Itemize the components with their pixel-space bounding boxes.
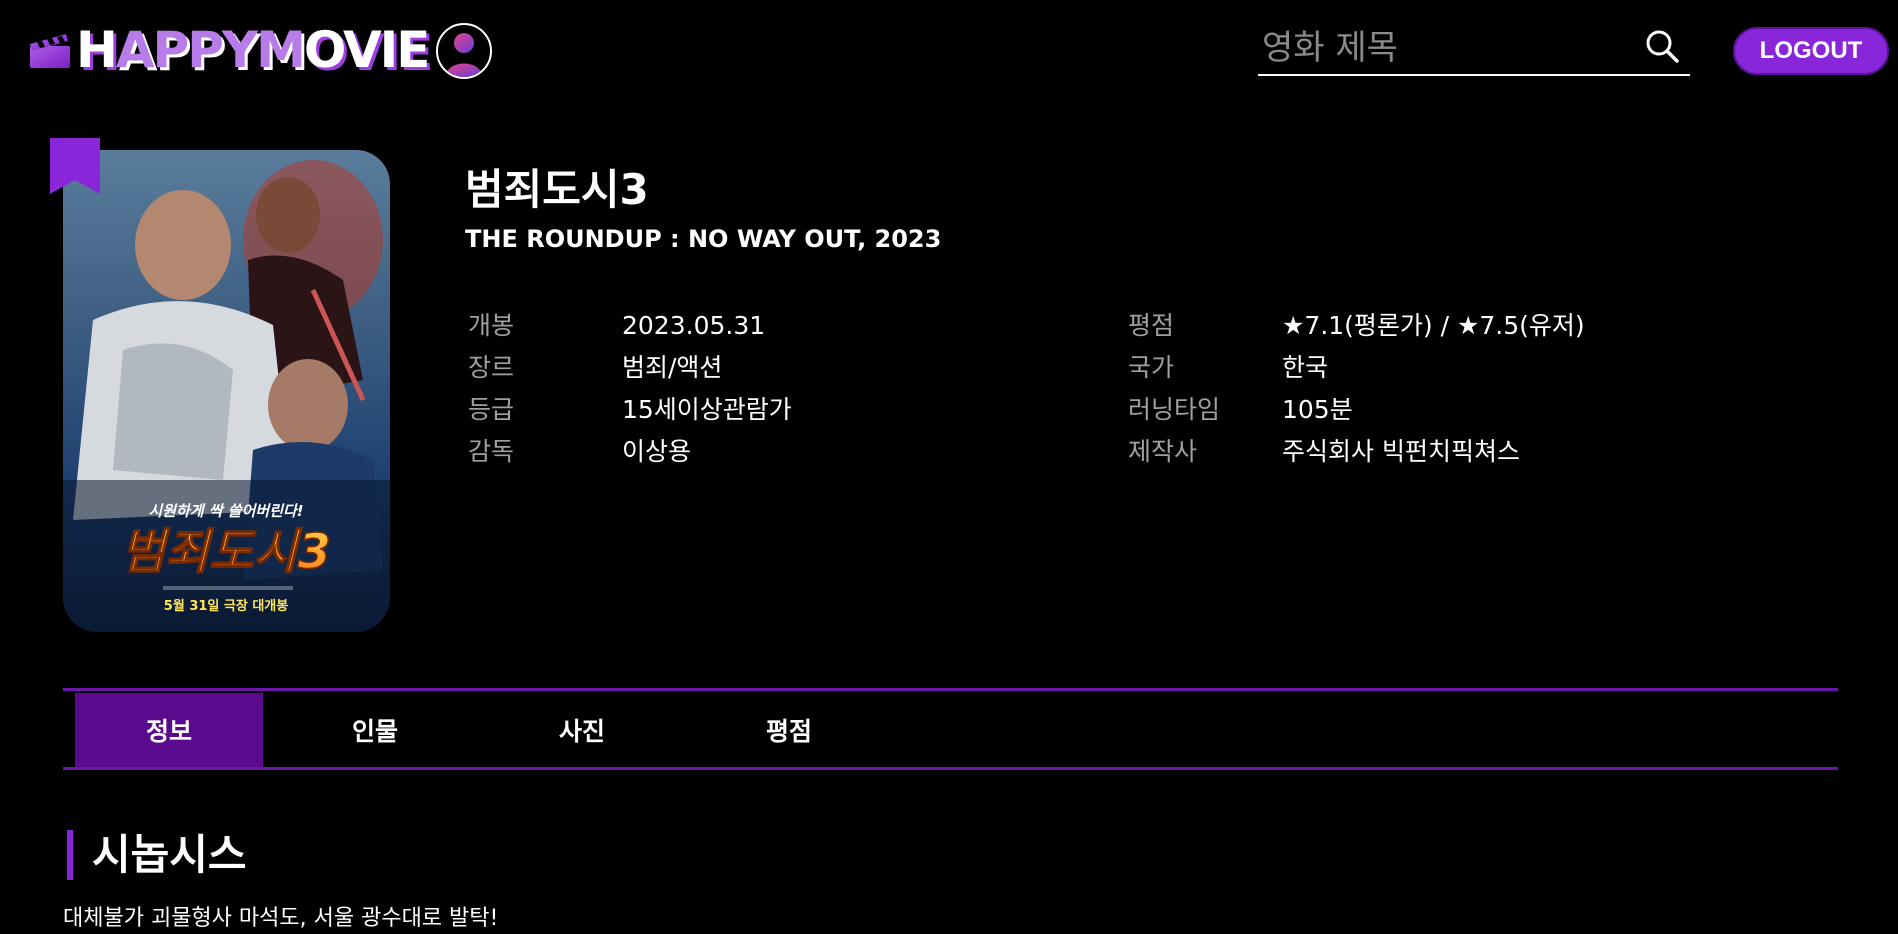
logo[interactable]: HAPPYMOVIE — [28, 21, 430, 79]
info-value-studio: 주식회사 빅펀치픽쳐스 — [1282, 437, 1520, 466]
poster-tagline: 시원하게 싹 쓸어버린다! — [148, 502, 303, 520]
info-value-release: 2023.05.31 — [622, 311, 766, 340]
movie-poster: 시원하게 싹 쓸어버린다! 범죄도시3 5월 31일 극장 대개봉 — [63, 150, 390, 632]
info-label-release: 개봉 — [468, 311, 515, 340]
info-value-score: ★7.1(평론가) / ★7.5(유저) — [1282, 311, 1585, 340]
tab-photos[interactable]: 사진 — [488, 693, 676, 767]
tab-bar: 정보 인물 사진 평점 — [63, 688, 1838, 770]
info-label-genre: 장르 — [468, 353, 515, 382]
synopsis-heading: 시놉시스 — [92, 830, 247, 879]
bookmark-icon[interactable] — [50, 138, 100, 194]
tab-info[interactable]: 정보 — [75, 693, 263, 767]
info-value-rating: 15세이상관람가 — [622, 395, 792, 424]
movie-title-en: THE ROUNDUP : NO WAY OUT, 2023 — [465, 225, 942, 253]
info-value-genre: 범죄/액션 — [622, 353, 723, 382]
synopsis-accent-bar — [67, 830, 73, 880]
info-label-rating: 등급 — [468, 395, 515, 424]
info-label-studio: 제작사 — [1128, 437, 1198, 466]
info-label-score: 평점 — [1128, 311, 1175, 340]
search-bar — [1258, 22, 1690, 76]
info-label-country: 국가 — [1128, 353, 1175, 382]
info-value-country: 한국 — [1282, 353, 1329, 382]
info-value-director: 이상용 — [622, 437, 692, 466]
header: HAPPYMOVIE LOGOUT — [0, 0, 1898, 104]
info-label-director: 감독 — [468, 437, 515, 466]
logout-button[interactable]: LOGOUT — [1733, 27, 1889, 75]
poster-title: 범죄도시3 — [121, 524, 331, 580]
search-icon[interactable] — [1644, 28, 1680, 64]
info-label-runtime: 러닝타임 — [1128, 395, 1221, 424]
poster-release: 5월 31일 극장 대개봉 — [164, 598, 288, 614]
tab-people[interactable]: 인물 — [281, 693, 469, 767]
logo-text: HAPPYMOVIE — [76, 21, 430, 79]
search-input[interactable] — [1258, 22, 1638, 74]
tab-reviews[interactable]: 평점 — [695, 693, 883, 767]
synopsis-text: 대체불가 괴물형사 마석도, 서울 광수대로 발탁! — [63, 906, 499, 931]
movie-title-ko: 범죄도시3 — [465, 165, 649, 214]
user-avatar-icon[interactable] — [436, 23, 492, 79]
clapperboard-icon — [30, 34, 70, 68]
info-value-runtime: 105분 — [1282, 395, 1353, 424]
